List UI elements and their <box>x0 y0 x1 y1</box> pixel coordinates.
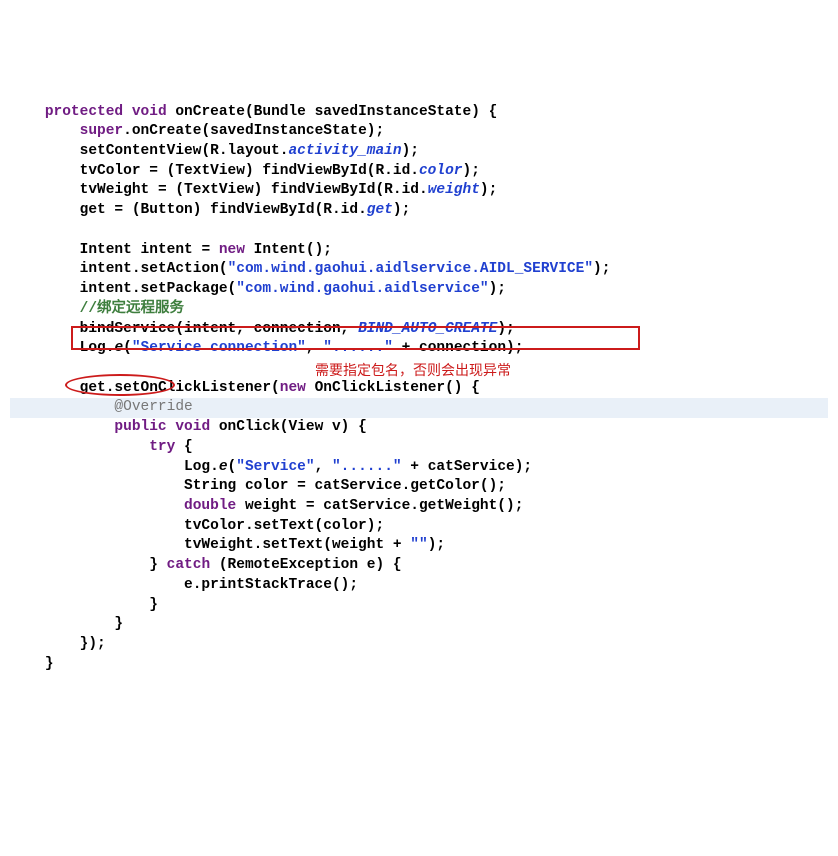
line: double weight = catService.getWeight(); <box>10 498 523 514</box>
line: } catch (RemoteException e) { <box>10 557 402 573</box>
highlight-ellipse-bindservice <box>65 374 175 396</box>
line: //绑定远程服务 <box>10 301 184 317</box>
line: e.printStackTrace(); <box>10 577 358 593</box>
line: get = (Button) findViewById(R.id.get); <box>10 202 410 218</box>
line: public void onClick(View v) { <box>10 419 367 435</box>
line: setContentView(R.layout.activity_main); <box>10 143 419 159</box>
line: } <box>10 616 123 632</box>
line: Log.e("Service", "......" + catService); <box>10 459 532 475</box>
line: try { <box>10 439 193 455</box>
line: tvColor.setText(color); <box>10 518 384 534</box>
line: super.onCreate(savedInstanceState); <box>10 123 384 139</box>
annotation-text: 需要指定包名，否则会出现异常 <box>315 361 511 380</box>
line: } <box>10 656 54 672</box>
line: Intent intent = new Intent(); <box>10 242 332 258</box>
line: tvWeight = (TextView) findViewById(R.id.… <box>10 182 497 198</box>
highlight-box-setpackage <box>71 326 640 350</box>
line: String color = catService.getColor(); <box>10 478 506 494</box>
line: } <box>10 597 158 613</box>
blank-line <box>10 360 19 376</box>
line: protected void onCreate(Bundle savedInst… <box>10 104 497 120</box>
line: @Override <box>10 398 828 418</box>
blank-line <box>10 222 19 238</box>
line: tvColor = (TextView) findViewById(R.id.c… <box>10 163 480 179</box>
code-block: protected void onCreate(Bundle savedInst… <box>10 83 828 753</box>
line: }); <box>10 636 106 652</box>
line: intent.setAction("com.wind.gaohui.aidlse… <box>10 261 610 277</box>
line: tvWeight.setText(weight + ""); <box>10 537 445 553</box>
line: intent.setPackage("com.wind.gaohui.aidls… <box>10 281 506 297</box>
